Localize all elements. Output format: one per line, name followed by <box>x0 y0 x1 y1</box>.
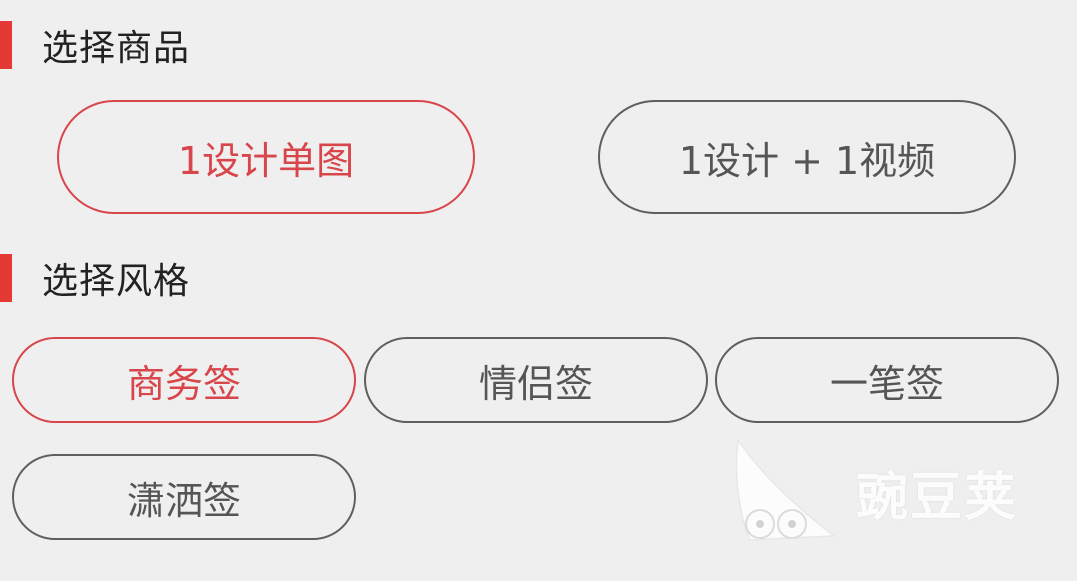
product-section-title: 选择商品 <box>42 28 191 69</box>
product-option-label: 1设计单图 <box>177 138 355 183</box>
style-option-couple[interactable]: 情侣签 <box>364 337 708 423</box>
style-option-label: 一笔签 <box>829 361 944 406</box>
section-accent-bar <box>0 21 12 69</box>
watermark-text: 豌豆荚 <box>856 467 1019 528</box>
style-option-label: 商务签 <box>126 361 241 406</box>
product-option-design-single[interactable]: 1设计单图 <box>57 100 475 214</box>
watermark: 豌豆荚 <box>730 432 1050 552</box>
style-option-one-stroke[interactable]: 一笔签 <box>715 337 1059 423</box>
product-section-header: 选择商品 <box>0 14 190 76</box>
style-section-title: 选择风格 <box>42 261 191 302</box>
style-section-header: 选择风格 <box>0 247 190 309</box>
style-option-label: 潇洒签 <box>126 478 241 523</box>
product-option-design-video[interactable]: 1设计 + 1视频 <box>598 100 1016 214</box>
style-option-business[interactable]: 商务签 <box>12 337 356 423</box>
style-option-label: 情侣签 <box>478 361 593 406</box>
section-accent-bar <box>0 254 12 302</box>
wandoujia-logo-icon <box>735 437 837 541</box>
page: 选择商品 1设计单图 1设计 + 1视频 选择风格 商务签 情侣签 一笔签 潇洒… <box>0 0 1077 581</box>
style-option-freestyle[interactable]: 潇洒签 <box>12 454 356 540</box>
product-option-label: 1设计 + 1视频 <box>678 138 936 183</box>
